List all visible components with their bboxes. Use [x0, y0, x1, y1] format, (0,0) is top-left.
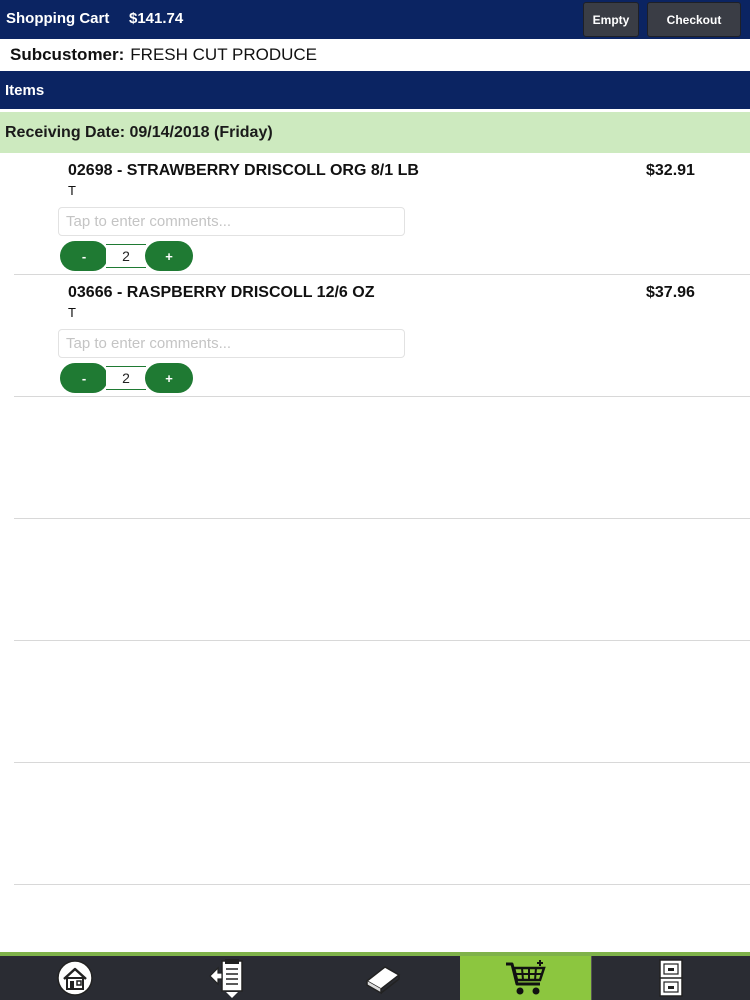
tab-cart[interactable] [460, 956, 591, 1000]
decrease-button[interactable]: - [60, 241, 108, 271]
empty-row [14, 641, 750, 763]
subcustomer-value: FRESH CUT PRODUCE [130, 45, 317, 64]
order-clipboard-icon [208, 959, 243, 998]
empty-row [14, 763, 750, 885]
item-price: $32.91 [646, 162, 695, 179]
tab-home[interactable] [0, 956, 150, 1000]
home-icon [57, 960, 93, 996]
comment-input[interactable] [58, 329, 405, 358]
item-price: $37.96 [646, 284, 695, 301]
shopping-cart-icon [505, 960, 546, 995]
tab-catalog[interactable] [305, 956, 460, 1000]
increase-button[interactable]: + [145, 363, 193, 393]
comment-input[interactable] [58, 207, 405, 236]
cart-item-list: 02698 - STRAWBERRY DRISCOLL ORG 8/1 LB $… [0, 153, 750, 885]
quantity-value[interactable]: 2 [106, 244, 146, 268]
cart-item: 02698 - STRAWBERRY DRISCOLL ORG 8/1 LB $… [14, 153, 750, 275]
tab-orders[interactable] [150, 956, 305, 1000]
empty-button[interactable]: Empty [583, 2, 639, 37]
increase-button[interactable]: + [145, 241, 193, 271]
quantity-stepper: - 2 + [60, 363, 193, 393]
top-bar: Shopping Cart $141.74 Empty Checkout [0, 0, 750, 39]
subcustomer-row: Subcustomer: FRESH CUT PRODUCE [0, 39, 750, 71]
item-name: 03666 - RASPBERRY DRISCOLL 12/6 OZ [68, 284, 375, 301]
subcustomer-label: Subcustomer: [10, 45, 125, 64]
item-subtext: T [68, 183, 76, 198]
empty-row [14, 397, 750, 519]
checkout-button[interactable]: Checkout [647, 2, 741, 37]
items-header: Items [0, 71, 750, 109]
quantity-stepper: - 2 + [60, 241, 193, 271]
cart-total: $141.74 [129, 10, 184, 27]
bottom-tab-bar [0, 952, 750, 1000]
catalog-book-icon [365, 966, 400, 995]
receiving-date: Receiving Date: 09/14/2018 (Friday) [0, 112, 750, 153]
tab-files[interactable] [591, 956, 750, 1000]
item-name: 02698 - STRAWBERRY DRISCOLL ORG 8/1 LB [68, 162, 419, 179]
decrease-button[interactable]: - [60, 363, 108, 393]
page-title: Shopping Cart [6, 10, 110, 27]
empty-row [14, 519, 750, 641]
file-cabinet-icon [659, 959, 683, 997]
quantity-value[interactable]: 2 [106, 366, 146, 390]
item-subtext: T [68, 305, 76, 320]
cart-item: 03666 - RASPBERRY DRISCOLL 12/6 OZ $37.9… [14, 275, 750, 397]
